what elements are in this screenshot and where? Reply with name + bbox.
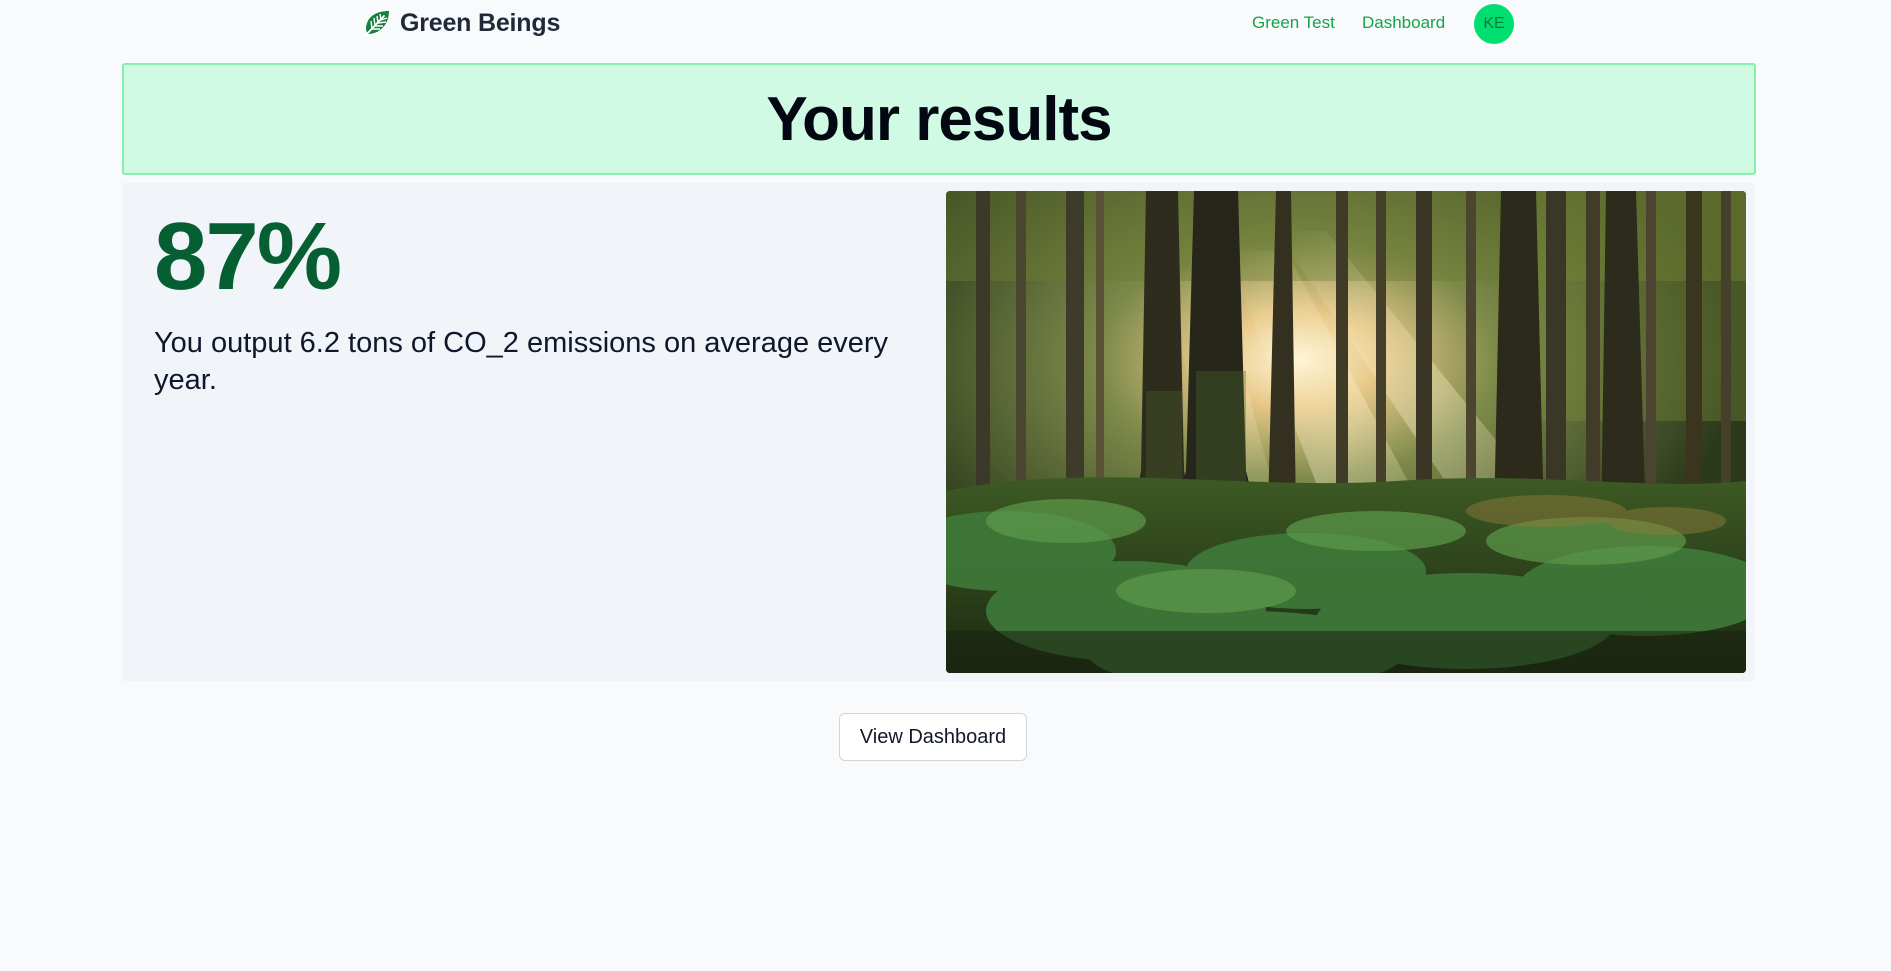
page-title: Your results: [766, 84, 1112, 154]
brand-logo[interactable]: Green Beings: [362, 8, 560, 38]
forest-image: [946, 191, 1746, 673]
result-card: 87% You output 6.2 tons of CO_2 emission…: [122, 183, 1754, 681]
results-banner: Your results: [122, 63, 1756, 175]
emissions-description: You output 6.2 tons of CO_2 emissions on…: [154, 327, 889, 396]
avatar[interactable]: KE: [1474, 4, 1514, 44]
nav-link-green-test[interactable]: Green Test: [1252, 13, 1335, 33]
leaf-icon: [364, 11, 389, 37]
score-value: 87%: [154, 203, 342, 310]
top-navbar: Green Beings Green Test Dashboard KE: [0, 0, 1891, 48]
brand-name: Green Beings: [400, 8, 561, 37]
view-dashboard-button[interactable]: View Dashboard: [839, 713, 1027, 761]
nav-link-dashboard[interactable]: Dashboard: [1362, 13, 1445, 33]
